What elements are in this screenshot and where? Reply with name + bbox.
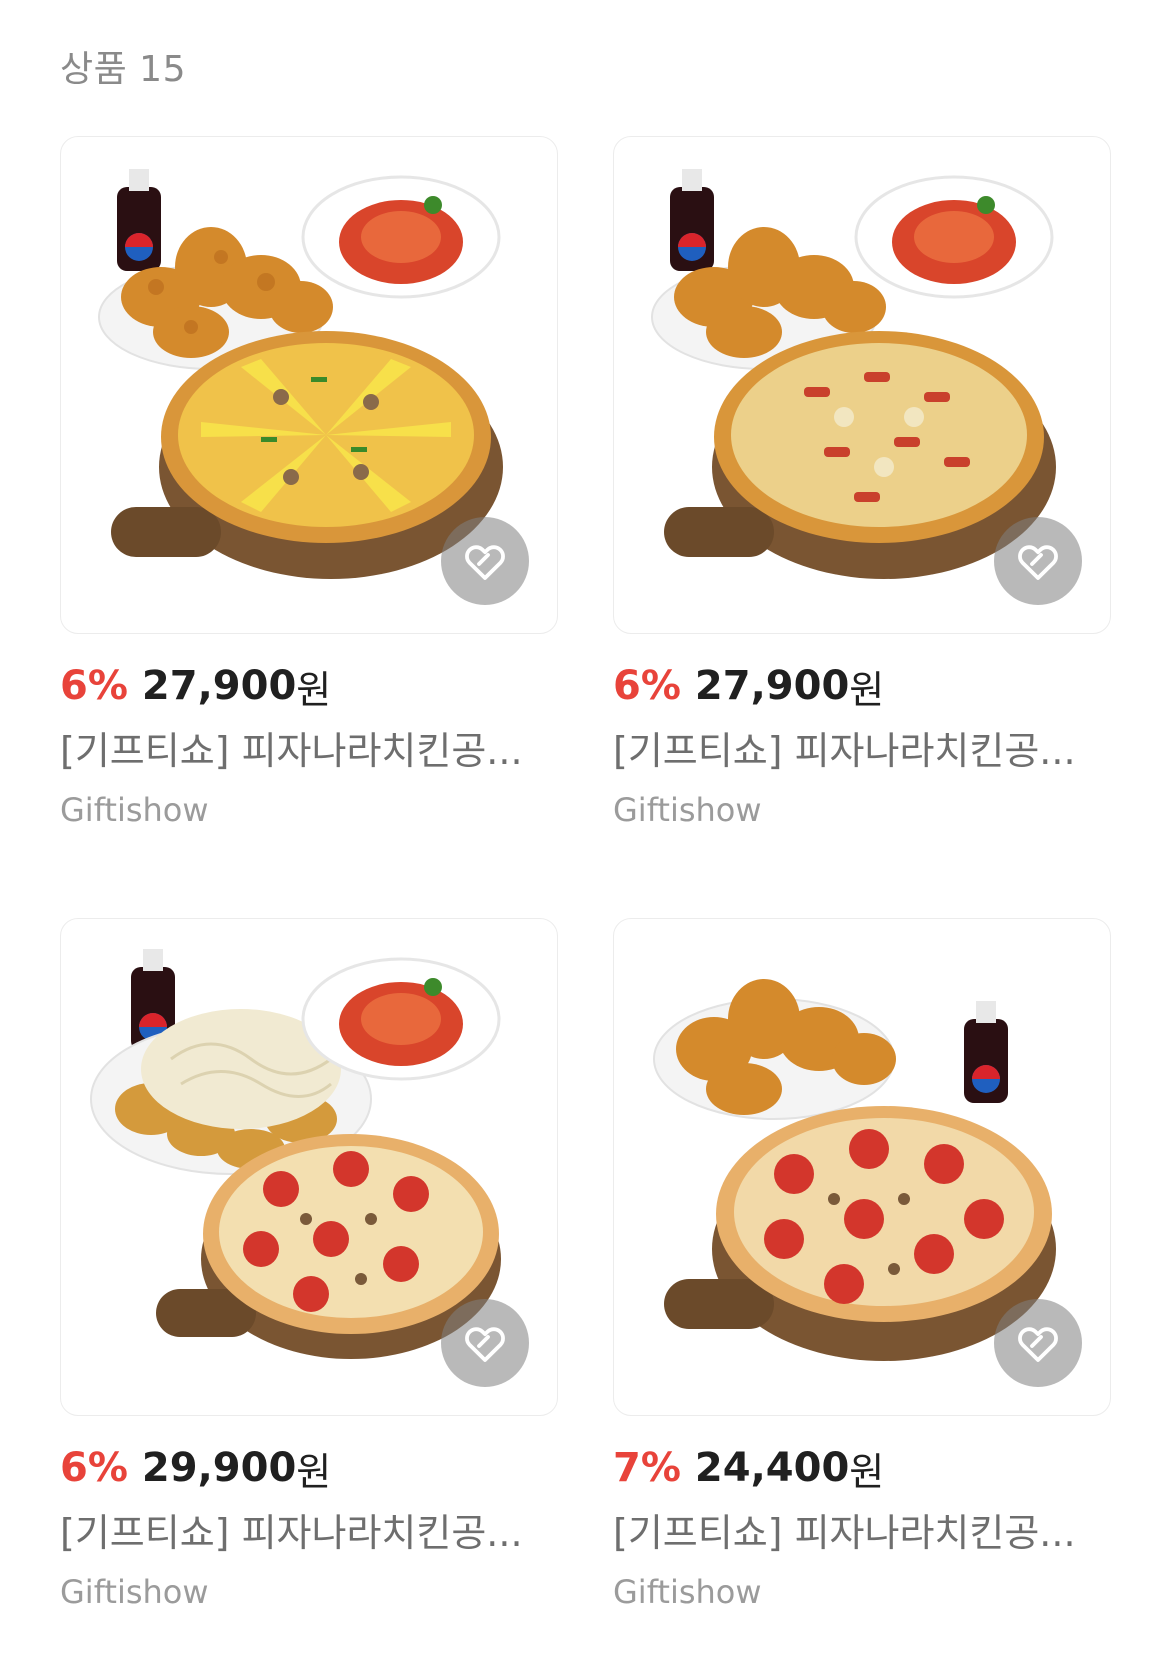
discount-rate: 6% — [60, 1445, 128, 1491]
heart-outline-icon — [1018, 1327, 1058, 1362]
currency-unit: 원 — [849, 1449, 885, 1494]
sale-price: 24,400 — [694, 1445, 850, 1491]
heart-outline-icon — [1018, 545, 1058, 580]
discount-rate: 6% — [613, 663, 681, 709]
like-button[interactable] — [441, 517, 529, 605]
like-button[interactable] — [994, 517, 1082, 605]
like-button[interactable] — [441, 1299, 529, 1387]
brand-name: Giftishow — [60, 1573, 209, 1611]
product-card[interactable]: 6% 27,900 원 [기프티쇼] 피자나라치킨공... Giftishow — [60, 136, 558, 832]
sale-price: 29,900 — [141, 1445, 297, 1491]
product-title[interactable]: [기프티쇼] 피자나라치킨공... — [60, 726, 558, 776]
product-card[interactable]: 6% 29,900 원 [기프티쇼] 피자나라치킨공... Giftishow — [60, 918, 558, 1614]
product-title[interactable]: [기프티쇼] 피자나라치킨공... — [613, 1508, 1111, 1558]
heart-outline-icon — [465, 545, 505, 580]
product-card[interactable]: 6% 27,900 원 [기프티쇼] 피자나라치킨공... Giftishow — [613, 136, 1111, 832]
price-line: 6% 27,900 원 — [613, 660, 1111, 712]
product-thumbnail[interactable] — [60, 918, 558, 1416]
discount-rate: 7% — [613, 1445, 681, 1491]
product-grid: 6% 27,900 원 [기프티쇼] 피자나라치킨공... Giftishow — [60, 136, 1111, 1614]
currency-unit: 원 — [849, 667, 885, 712]
product-title[interactable]: [기프티쇼] 피자나라치킨공... — [613, 726, 1111, 776]
heart-outline-icon — [465, 1327, 505, 1362]
currency-unit: 원 — [296, 1449, 332, 1494]
like-button[interactable] — [994, 1299, 1082, 1387]
brand-name: Giftishow — [60, 791, 209, 829]
currency-unit: 원 — [296, 667, 332, 712]
product-card[interactable]: 7% 24,400 원 [기프티쇼] 피자나라치킨공... Giftishow — [613, 918, 1111, 1614]
price-line: 6% 27,900 원 — [60, 660, 558, 712]
sale-price: 27,900 — [141, 663, 297, 709]
price-line: 7% 24,400 원 — [613, 1442, 1111, 1494]
brand-name: Giftishow — [613, 1573, 762, 1611]
product-thumbnail[interactable] — [613, 136, 1111, 634]
sale-price: 27,900 — [694, 663, 850, 709]
discount-rate: 6% — [60, 663, 128, 709]
product-thumbnail[interactable] — [613, 918, 1111, 1416]
product-title[interactable]: [기프티쇼] 피자나라치킨공... — [60, 1508, 558, 1558]
product-count-label: 상품 15 — [60, 49, 186, 90]
product-thumbnail[interactable] — [60, 136, 558, 634]
brand-name: Giftishow — [613, 791, 762, 829]
price-line: 6% 29,900 원 — [60, 1442, 558, 1494]
